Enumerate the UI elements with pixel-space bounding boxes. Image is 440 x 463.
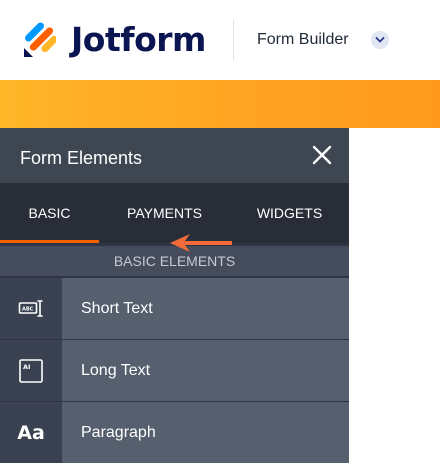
row-label-cell: Paragraph [62, 402, 349, 463]
tab-basic[interactable]: BASIC [0, 183, 99, 243]
top-bar: Jotform Form Builder [0, 0, 440, 80]
element-label: Long Text [81, 362, 151, 379]
element-paragraph[interactable]: Aa Paragraph [0, 402, 349, 463]
svg-text:ABC: ABC [22, 306, 34, 312]
brand-name[interactable]: Jotform [71, 18, 206, 62]
form-builder-label[interactable]: Form Builder [257, 30, 349, 50]
short-text-icon: ABC [18, 299, 43, 317]
form-elements-panel: Form Elements BASIC PAYMENTS WIDGETS BAS… [0, 128, 349, 463]
element-long-text[interactable]: AI Long Text [0, 340, 349, 402]
row-label-cell: Long Text [62, 340, 349, 401]
panel-header: Form Elements [0, 128, 349, 183]
jotform-logo-icon[interactable] [22, 22, 56, 58]
panel-title: Form Elements [20, 148, 143, 168]
close-icon[interactable] [310, 143, 334, 167]
row-label-cell: Short Text [62, 278, 349, 339]
svg-text:AI: AI [23, 363, 30, 371]
element-label: Short Text [81, 300, 153, 317]
row-icon-cell: AI [0, 340, 62, 401]
element-label: Paragraph [81, 424, 156, 441]
long-text-icon: AI [19, 358, 43, 383]
paragraph-icon: Aa [17, 421, 45, 444]
row-icon-cell: ABC [0, 278, 62, 339]
annotation-arrow-icon [170, 234, 232, 252]
active-tab-indicator [0, 240, 99, 243]
header-divider [233, 20, 234, 60]
row-icon-cell: Aa [0, 402, 62, 463]
element-short-text[interactable]: ABC Short Text [0, 278, 349, 340]
toolbar-banner [0, 80, 440, 128]
chevron-down-icon[interactable] [371, 31, 389, 49]
tab-widgets[interactable]: WIDGETS [230, 183, 349, 243]
